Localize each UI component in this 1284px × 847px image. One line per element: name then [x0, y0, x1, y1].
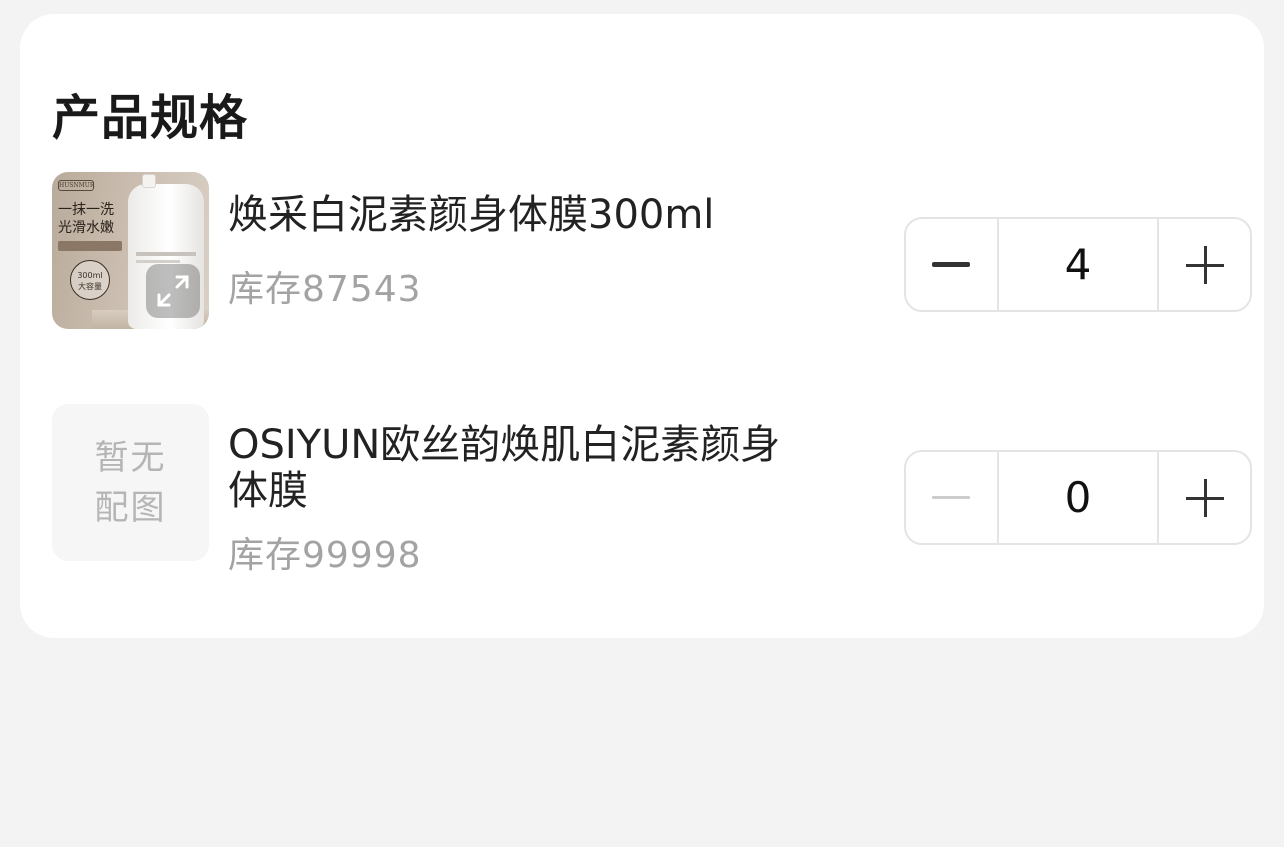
package-seal-line2: 大容量	[78, 282, 102, 291]
quantity-stepper: 4	[904, 217, 1252, 312]
package-slogan-line2: 光滑水嫩	[58, 220, 114, 236]
spec-row: 暂无 配图 OSIYUN欧丝韵焕肌白泥素颜身体膜 库存99998 0	[52, 404, 1252, 576]
expand-icon[interactable]	[146, 264, 200, 318]
placeholder-text-line2: 配图	[94, 487, 167, 528]
minus-icon	[931, 495, 970, 499]
quantity-value[interactable]: 0	[999, 452, 1157, 543]
quantity-stepper: 0	[904, 450, 1252, 545]
product-name: 焕采白泥素颜身体膜300ml	[228, 192, 715, 238]
package-slogan-line1: 一抹一洗	[58, 202, 114, 218]
section-title: 产品规格	[52, 90, 249, 146]
product-thumbnail-placeholder: 暂无 配图	[52, 404, 209, 561]
increase-button[interactable]	[1157, 452, 1250, 543]
pouch-spout	[142, 174, 156, 188]
brand-logo: HUSNMUR	[58, 180, 95, 191]
pouch-label-line	[136, 260, 180, 263]
package-band	[58, 241, 122, 251]
product-thumbnail[interactable]: HUSNMUR 一抹一洗 光滑水嫩 300ml 大容量	[52, 172, 209, 329]
quantity-value[interactable]: 4	[999, 219, 1157, 310]
plus-icon	[1185, 245, 1224, 284]
decrease-button[interactable]	[906, 219, 999, 310]
product-spec-card: 产品规格 HUSNMUR 一抹一洗 光滑水嫩 300ml 大容量 焕采白泥素颜身…	[20, 14, 1264, 638]
minus-icon	[931, 261, 970, 267]
increase-button[interactable]	[1157, 219, 1250, 310]
package-seal-line1: 300ml	[77, 271, 103, 280]
package-seal: 300ml 大容量	[70, 260, 110, 300]
product-name: OSIYUN欧丝韵焕肌白泥素颜身体膜	[228, 422, 781, 514]
product-stock: 库存87543	[228, 269, 422, 310]
spec-row: HUSNMUR 一抹一洗 光滑水嫩 300ml 大容量 焕采白泥素颜身体膜300…	[52, 172, 1252, 330]
decrease-button-disabled[interactable]	[906, 452, 999, 543]
pouch-label	[136, 252, 196, 256]
plus-icon	[1185, 478, 1224, 517]
placeholder-text-line1: 暂无	[94, 437, 167, 478]
product-stock: 库存99998	[228, 535, 422, 576]
package-print: HUSNMUR 一抹一洗 光滑水嫩	[58, 180, 136, 251]
